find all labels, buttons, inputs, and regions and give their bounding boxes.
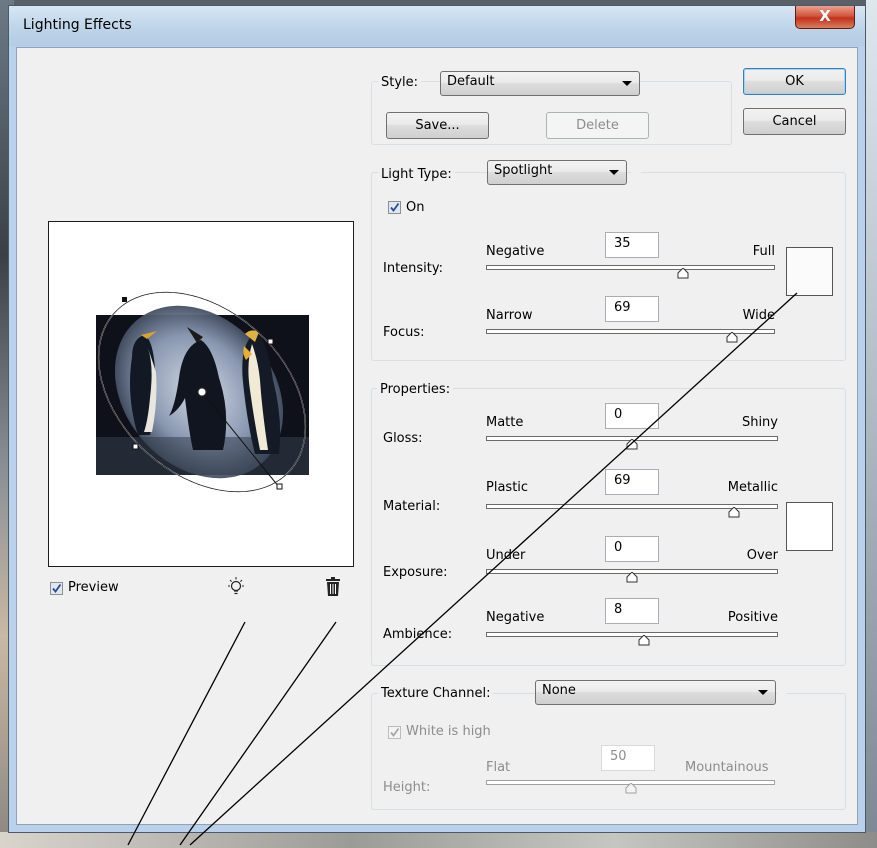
annotation-lines: [127, 292, 798, 846]
annotation-line-swatch: [189, 292, 798, 846]
